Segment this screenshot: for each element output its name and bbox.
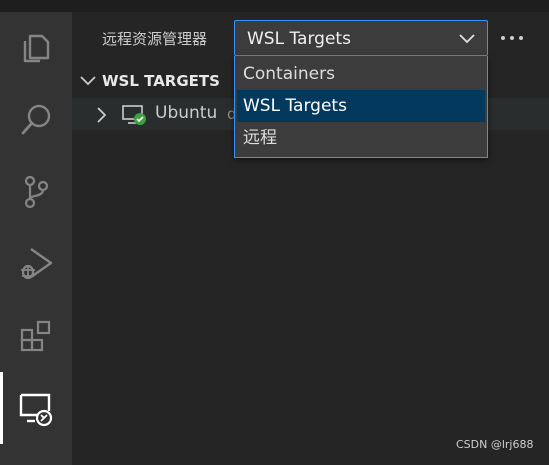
activity-remote-explorer[interactable] bbox=[0, 372, 72, 444]
activity-run-debug[interactable] bbox=[0, 228, 72, 300]
tree-item-label: Ubuntu bbox=[155, 103, 218, 123]
vscode-window: 远程资源管理器 WSL Targets WSL TARGETS Ubuntu d… bbox=[0, 0, 549, 465]
run-debug-icon bbox=[21, 248, 53, 280]
chevron-down-icon bbox=[459, 34, 475, 44]
option-containers[interactable]: Containers bbox=[237, 58, 485, 90]
activity-source-control[interactable] bbox=[0, 156, 72, 228]
sidebar-title: 远程资源管理器 bbox=[102, 30, 208, 48]
section-title: WSL TARGETS bbox=[102, 72, 220, 90]
select-dropdown-list: Containers WSL Targets 远程 bbox=[234, 56, 488, 158]
search-icon bbox=[21, 104, 51, 135]
ellipsis-icon bbox=[501, 36, 523, 40]
activity-bar bbox=[0, 12, 72, 465]
select-value: WSL Targets bbox=[247, 29, 351, 49]
activity-explorer[interactable] bbox=[0, 12, 72, 84]
remote-target-select[interactable]: WSL Targets bbox=[234, 20, 488, 56]
more-actions-button[interactable] bbox=[498, 24, 526, 52]
activity-extensions[interactable] bbox=[0, 300, 72, 372]
monitor-connected-icon bbox=[122, 105, 146, 125]
remote-explorer-icon bbox=[19, 393, 53, 427]
source-control-icon bbox=[24, 175, 49, 209]
activity-search[interactable] bbox=[0, 84, 72, 156]
watermark: CSDN @lrj688 bbox=[456, 438, 534, 451]
option-wsl-targets[interactable]: WSL Targets bbox=[237, 90, 485, 122]
chevron-right-icon bbox=[97, 107, 106, 123]
option-remote[interactable]: 远程 bbox=[237, 122, 485, 154]
title-strip bbox=[0, 0, 549, 12]
extensions-icon bbox=[20, 320, 51, 352]
sidebar: 远程资源管理器 WSL Targets WSL TARGETS Ubuntu d… bbox=[72, 12, 549, 465]
files-icon bbox=[23, 34, 50, 63]
chevron-down-icon bbox=[80, 76, 96, 86]
